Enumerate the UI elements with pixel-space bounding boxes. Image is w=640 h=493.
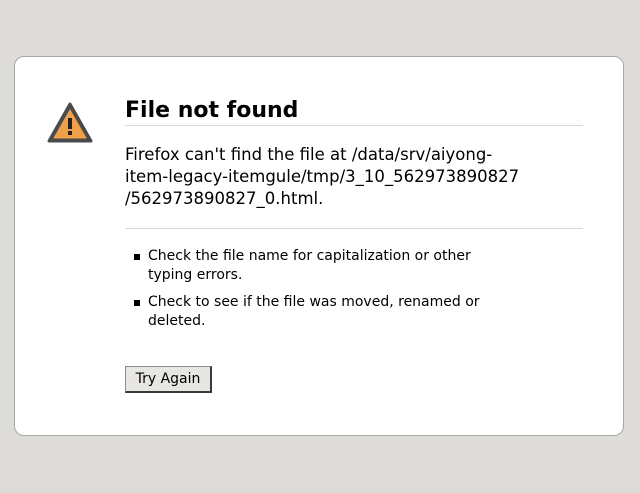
try-again-button[interactable]: Try Again [125, 366, 212, 393]
warning-triangle-icon [47, 102, 93, 143]
body-divider [125, 228, 583, 229]
error-message-line: item-legacy-itemgule/tmp/3_10_5629738908… [125, 167, 520, 186]
title-divider [125, 125, 583, 126]
bullet-icon [134, 254, 140, 260]
bullet-icon [134, 300, 140, 306]
error-message-line: Firefox can't find the file at /data/srv… [125, 145, 493, 164]
suggestion-text-line: deleted. [148, 313, 206, 329]
suggestion-list: Check the file name for capitalization o… [125, 247, 545, 339]
suggestion-item: Check the file name for capitalization o… [125, 247, 545, 285]
error-title: File not found [125, 98, 299, 123]
suggestion-text-line: Check to see if the file was moved, rena… [148, 294, 480, 310]
suggestion-text-line: Check the file name for capitalization o… [148, 248, 471, 264]
suggestion-item: Check to see if the file was moved, rena… [125, 293, 545, 331]
error-message-line: /562973890827_0.html. [125, 189, 324, 208]
error-message: Firefox can't find the file at /data/srv… [125, 144, 565, 210]
suggestion-text-line: typing errors. [148, 267, 243, 283]
error-page-container: File not found Firefox can't find the fi… [14, 56, 624, 436]
